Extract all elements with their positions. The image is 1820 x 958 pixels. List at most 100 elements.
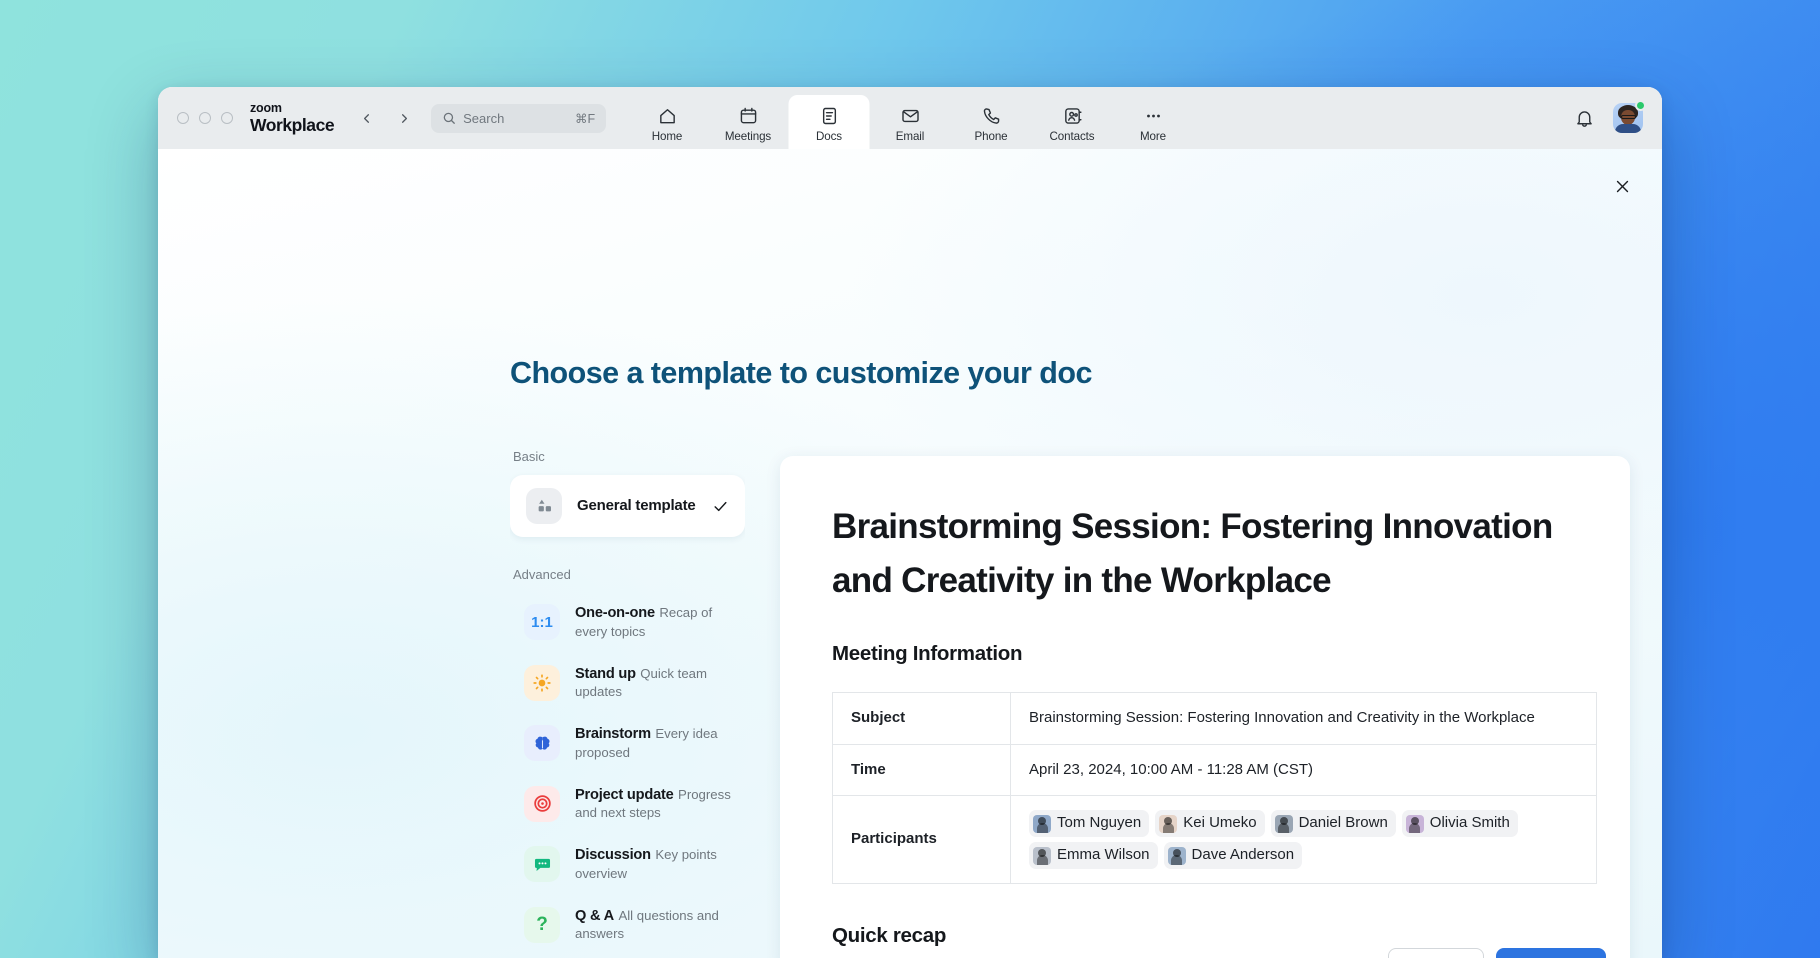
minimize-window-button[interactable] [199, 112, 211, 124]
shapes-icon [526, 488, 562, 524]
sidebar-item-label: Project update [575, 787, 674, 803]
table-cell-key: Time [833, 744, 1011, 796]
sidebar-item-one-on-one[interactable]: 1:1 One-on-one Recap of every topics [510, 593, 745, 652]
sidebar-item-qa[interactable]: ? Q & A All questions and answers [510, 896, 745, 955]
participant-avatar [1275, 815, 1293, 833]
tab-email[interactable]: Email [870, 95, 951, 149]
participant-chip[interactable]: Olivia Smith [1402, 810, 1518, 837]
sidebar-item-label: One-on-one [575, 605, 655, 621]
table-cell-value: Brainstorming Session: Fostering Innovat… [1011, 692, 1597, 744]
envelope-icon [900, 106, 920, 126]
search-placeholder: Search [463, 111, 568, 126]
table-row: Time April 23, 2024, 10:00 AM - 11:28 AM… [833, 744, 1597, 796]
title-bar: zoom Workplace Search ⌘F Home Meetings [158, 87, 1662, 149]
tab-meetings[interactable]: Meetings [708, 95, 789, 149]
search-shortcut-hint: ⌘F [575, 111, 595, 126]
section-label-advanced: Advanced [510, 567, 745, 582]
forward-button[interactable] [391, 105, 417, 131]
one-to-one-icon: 1:1 [524, 604, 560, 640]
avatar[interactable] [1613, 103, 1643, 133]
table-row: Participants Tom Nguyen Kei Umeko [833, 796, 1597, 884]
bell-icon [1574, 108, 1595, 129]
avatar-glasses [1621, 115, 1636, 119]
window-controls[interactable] [177, 112, 233, 124]
participant-name: Emma Wilson [1057, 844, 1150, 867]
participant-chip[interactable]: Kei Umeko [1155, 810, 1264, 837]
back-button[interactable] [353, 105, 379, 131]
zoom-workplace-window: zoom Workplace Search ⌘F Home Meetings [158, 87, 1662, 958]
sidebar-item-text: Discussion Key points overview [575, 846, 731, 883]
cancel-button[interactable]: Cancel [1388, 948, 1484, 958]
chevron-left-icon [359, 111, 374, 126]
main-nav-tabs: Home Meetings Docs Email Phone Contacts [627, 87, 1194, 149]
sun-icon [524, 665, 560, 701]
section-label-basic: Basic [510, 449, 745, 464]
tab-docs[interactable]: Docs [789, 95, 870, 149]
close-window-button[interactable] [177, 112, 189, 124]
participant-chip[interactable]: Tom Nguyen [1029, 810, 1149, 837]
participant-chip[interactable]: Daniel Brown [1271, 810, 1396, 837]
tab-contacts[interactable]: Contacts [1032, 95, 1113, 149]
sidebar-item-stand-up[interactable]: Stand up Quick team updates [510, 654, 745, 713]
sidebar-item-text: Q & A All questions and answers [575, 907, 731, 944]
use-template-button[interactable]: Use template [1496, 948, 1606, 958]
tab-label: More [1140, 130, 1166, 143]
tab-label: Contacts [1050, 130, 1095, 143]
sidebar-item-text: One-on-one Recap of every topics [575, 604, 731, 641]
sidebar-item-general-template[interactable]: General template [510, 475, 745, 537]
brain-icon [524, 725, 560, 761]
calendar-icon [738, 106, 758, 126]
sidebar-item-brainstorm[interactable]: Brainstorm Every idea proposed [510, 714, 745, 773]
sidebar-item-text: Brainstorm Every idea proposed [575, 725, 731, 762]
home-icon [657, 106, 677, 126]
participant-avatar [1168, 847, 1186, 865]
brand-workplace-text: Workplace [250, 117, 334, 135]
document-icon [819, 106, 839, 126]
table-cell-value: April 23, 2024, 10:00 AM - 11:28 AM (CST… [1011, 744, 1597, 796]
sidebar-item-project-update[interactable]: Project update Progress and next steps [510, 775, 745, 834]
section-heading-meeting-information: Meeting Information [832, 642, 1578, 666]
tab-label: Meetings [725, 130, 771, 143]
sidebar-item-label: General template [577, 497, 696, 514]
search-icon [442, 111, 456, 125]
sidebar-item-label: Q & A [575, 908, 614, 924]
avatar-shirt [1615, 124, 1641, 133]
maximize-window-button[interactable] [221, 112, 233, 124]
table-cell-participants: Tom Nguyen Kei Umeko Daniel Brown [1011, 796, 1597, 884]
ellipsis-icon [1143, 106, 1163, 126]
sidebar-item-label: Brainstorm [575, 726, 651, 742]
choose-template-modal: Choose a template to customize your doc … [158, 149, 1662, 958]
modal-close-button[interactable] [1607, 171, 1637, 201]
table-cell-key: Subject [833, 692, 1011, 744]
document-preview-card: Brainstorming Session: Fostering Innovat… [780, 456, 1630, 958]
presence-indicator [1635, 100, 1646, 111]
participant-avatar [1159, 815, 1177, 833]
section-heading-quick-recap: Quick recap [832, 924, 1578, 948]
modal-footer-actions: Cancel Use template [1388, 948, 1606, 958]
document-title: Brainstorming Session: Fostering Innovat… [832, 500, 1578, 608]
search-input[interactable]: Search ⌘F [431, 104, 606, 133]
chat-bubble-icon [524, 846, 560, 882]
participant-avatar [1033, 847, 1051, 865]
tab-home[interactable]: Home [627, 95, 708, 149]
tab-more[interactable]: More [1113, 95, 1194, 149]
participant-name: Kei Umeko [1183, 812, 1256, 835]
participant-chip[interactable]: Emma Wilson [1029, 842, 1158, 869]
tab-phone[interactable]: Phone [951, 95, 1032, 149]
participant-name: Daniel Brown [1299, 812, 1388, 835]
notifications-button[interactable] [1571, 105, 1597, 131]
table-row: Subject Brainstorming Session: Fostering… [833, 692, 1597, 744]
tab-label: Docs [816, 130, 842, 143]
participant-avatar [1406, 815, 1424, 833]
chevron-right-icon [397, 111, 412, 126]
close-icon [1614, 178, 1631, 195]
sidebar-item-discussion[interactable]: Discussion Key points overview [510, 835, 745, 894]
sidebar-item-text: Stand up Quick team updates [575, 665, 731, 702]
tab-label: Home [652, 130, 683, 143]
tab-label: Email [896, 130, 925, 143]
participant-name: Dave Anderson [1192, 844, 1295, 867]
app-brand: zoom Workplace [250, 102, 334, 134]
participant-name: Tom Nguyen [1057, 812, 1141, 835]
target-icon [524, 786, 560, 822]
participant-chip[interactable]: Dave Anderson [1164, 842, 1303, 869]
